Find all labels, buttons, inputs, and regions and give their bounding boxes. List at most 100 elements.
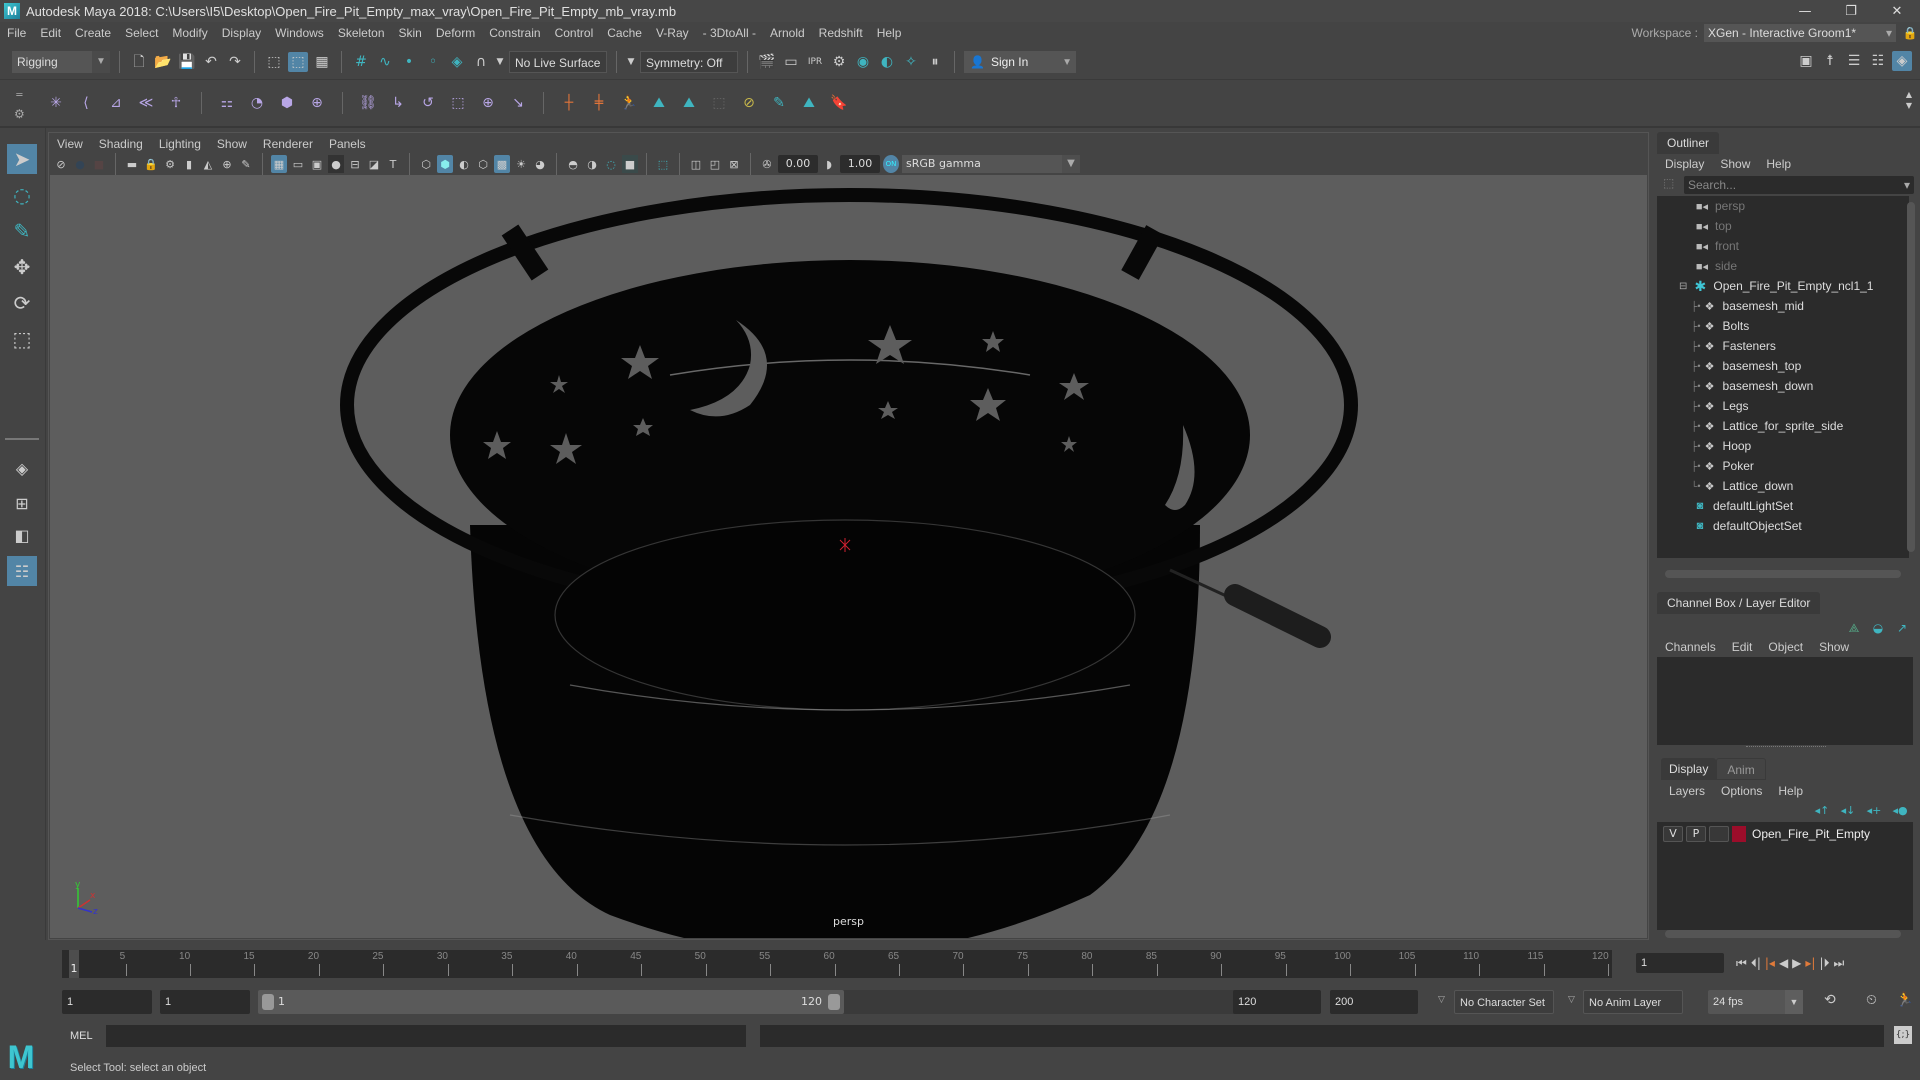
exposure-icon[interactable]: ✇ — [759, 155, 775, 173]
outliner-item[interactable]: ├• ❖ Lattice_for_sprite_side — [1691, 416, 1843, 436]
current-frame-marker[interactable]: 1 — [69, 950, 79, 978]
gamma-icon[interactable]: ◗ — [821, 155, 837, 173]
layer-playback-toggle[interactable]: P — [1686, 826, 1706, 842]
channel-menu-show[interactable]: Show — [1811, 638, 1857, 656]
outliner-item[interactable]: ├• ❖ Poker — [1691, 456, 1754, 476]
wireframe-icon[interactable]: ⬡ — [418, 155, 434, 173]
textured-icon[interactable]: ▩ — [494, 155, 510, 173]
vp-menu-show[interactable]: Show — [209, 137, 255, 151]
four-view-layout-icon[interactable]: ⊞ — [7, 488, 37, 518]
filter-icon[interactable]: ⬚ — [1663, 176, 1674, 190]
outliner-item[interactable]: ├• ❖ basemesh_mid — [1691, 296, 1804, 316]
outliner-vertical-scrollbar[interactable] — [1907, 202, 1915, 552]
ik-spline-icon[interactable]: ≪ — [136, 93, 156, 113]
menu-modify[interactable]: Modify — [165, 26, 214, 40]
outliner-item[interactable]: ◙ defaultObjectSet — [1691, 516, 1802, 536]
symmetry-field[interactable]: Symmetry: Off — [640, 51, 738, 73]
resolution-gate-icon[interactable]: ▣ — [309, 155, 325, 173]
snap-curve-icon[interactable]: ∿ — [375, 52, 395, 72]
paint-select-icon[interactable]: ✎ — [769, 93, 789, 113]
menu-deform[interactable]: Deform — [429, 26, 482, 40]
field-chart-icon[interactable]: ⊟ — [347, 155, 363, 173]
move-layer-down-icon[interactable]: ◂↓ — [1838, 800, 1858, 820]
layer-color-swatch[interactable] — [1732, 826, 1746, 842]
character-controls-icon[interactable]: ☨ — [1820, 51, 1840, 71]
image-plane-icon[interactable]: ◭ — [200, 155, 216, 173]
range-start-handle[interactable] — [262, 994, 274, 1010]
aim-constraint-icon[interactable]: ⊕ — [478, 93, 498, 113]
magnet-icon[interactable]: ∩ — [471, 52, 491, 72]
layer-tab-anim[interactable]: Anim — [1716, 758, 1766, 780]
vp-menu-shading[interactable]: Shading — [91, 137, 151, 151]
bookmark-add-icon[interactable]: 🔖 — [829, 93, 849, 113]
ik-handle-icon[interactable]: ⊿ — [106, 93, 126, 113]
splitter-handle[interactable] — [1746, 746, 1826, 747]
shelf-tabs-icon[interactable]: ═ — [16, 90, 22, 101]
layer-menu-options[interactable]: Options — [1713, 782, 1770, 800]
xray-joints-icon[interactable]: ⊠ — [726, 155, 742, 173]
camera-icon[interactable]: ▬ — [124, 155, 140, 173]
outliner-menu-display[interactable]: Display — [1657, 154, 1712, 174]
outliner-horizontal-scrollbar[interactable] — [1665, 570, 1901, 578]
minimize-button[interactable]: — — [1782, 0, 1828, 22]
range-slider[interactable]: 1 120 — [258, 990, 844, 1014]
parent-constraint-icon[interactable]: ⛓ — [358, 93, 378, 113]
bookmark-icon[interactable]: ■ — [91, 155, 107, 173]
tool-settings-icon[interactable]: ☷ — [1868, 51, 1888, 71]
scale-tool-icon[interactable]: ⬚ — [7, 324, 37, 354]
menu-help[interactable]: Help — [870, 26, 909, 40]
arnold-icon-3[interactable]: ⛰ — [799, 93, 819, 113]
film-gate-icon[interactable]: ▭ — [290, 155, 306, 173]
rotate-tool-icon[interactable]: ⟳ — [7, 288, 37, 318]
redo-icon[interactable]: ↷ — [225, 52, 245, 72]
live-surface-field[interactable]: No Live Surface — [509, 51, 607, 73]
menu-skin[interactable]: Skin — [392, 26, 429, 40]
outliner-item[interactable]: ■◂ front — [1693, 236, 1739, 256]
lock-icon[interactable]: 🔒 — [1900, 26, 1920, 40]
safe-title-icon[interactable]: T — [385, 155, 401, 173]
shelf-scroll-up-icon[interactable]: ▲ — [1906, 90, 1912, 99]
time-slider-track[interactable]: 5 10 15 20 25 30 35 40 45 50 55 60 65 70 75 80 85 90 95 100… — [62, 950, 1612, 978]
gate-mask-icon[interactable]: ● — [328, 155, 344, 173]
outliner-item[interactable]: ■◂ persp — [1693, 196, 1745, 216]
channel-menu-edit[interactable]: Edit — [1724, 638, 1761, 656]
snap-view-plane-icon[interactable]: ◦ — [423, 52, 443, 72]
new-scene-icon[interactable]: 🗋 — [129, 52, 149, 72]
auto-key-icon[interactable]: ⏲ — [1866, 992, 1877, 1008]
bookmarks-icon[interactable]: ▮ — [181, 155, 197, 173]
menu-constrain[interactable]: Constrain — [482, 26, 547, 40]
lasso-tool-icon[interactable]: ◌ — [7, 180, 37, 210]
step-back-frame-icon[interactable]: ⏴| — [1751, 956, 1761, 971]
quick-rig-icon[interactable]: ☥ — [166, 93, 186, 113]
outliner-tab[interactable]: Outliner — [1657, 132, 1720, 154]
hypershade-icon[interactable]: ◉ — [853, 52, 873, 72]
select-hierarchy-icon[interactable]: ⬚ — [264, 52, 284, 72]
lattice-icon[interactable]: ⬢ — [277, 93, 297, 113]
manipulator-icon[interactable]: ⟁ — [1844, 618, 1864, 638]
step-back-key-icon[interactable]: |◂ — [1765, 956, 1775, 971]
arrow-icon[interactable]: ↗ — [1892, 618, 1912, 638]
playback-start-field[interactable]: 1 — [160, 990, 250, 1014]
constrained-locator-icon[interactable]: ╪ — [589, 93, 609, 113]
chevron-down-icon[interactable]: ▼ — [495, 52, 505, 72]
loop-icon[interactable]: ⟲ — [1824, 992, 1836, 1008]
outliner-item[interactable]: ├• ❖ Hoop — [1691, 436, 1751, 456]
channel-box-icon[interactable]: ◈ — [1892, 51, 1912, 71]
arnold-icon-2[interactable]: ⛰ — [679, 93, 699, 113]
anim-end-field[interactable]: 200 — [1330, 990, 1418, 1014]
modeling-toolkit-icon[interactable]: ▣ — [1796, 51, 1816, 71]
outliner-item[interactable]: ├• ❖ Legs — [1691, 396, 1749, 416]
range-end-handle[interactable] — [828, 994, 840, 1010]
move-layer-up-icon[interactable]: ◂↑ — [1812, 800, 1832, 820]
gamma-field[interactable]: 1.00 — [840, 155, 880, 173]
menu-3dtoall[interactable]: - 3DtoAll - — [696, 26, 763, 40]
locator-icon[interactable]: ┼ — [559, 93, 579, 113]
outliner-item[interactable]: └• ❖ Lattice_down — [1691, 476, 1793, 496]
script-language-toggle[interactable]: MEL — [70, 1030, 93, 1042]
wireframe-on-shaded-icon[interactable]: ⬡ — [475, 155, 491, 173]
anim-start-field[interactable]: 1 — [62, 990, 152, 1014]
outliner-menu-show[interactable]: Show — [1712, 154, 1758, 174]
step-forward-frame-icon[interactable]: |⏵ — [1819, 956, 1829, 971]
menu-redshift[interactable]: Redshift — [812, 26, 870, 40]
light-editor-icon[interactable]: ✧ — [901, 52, 921, 72]
